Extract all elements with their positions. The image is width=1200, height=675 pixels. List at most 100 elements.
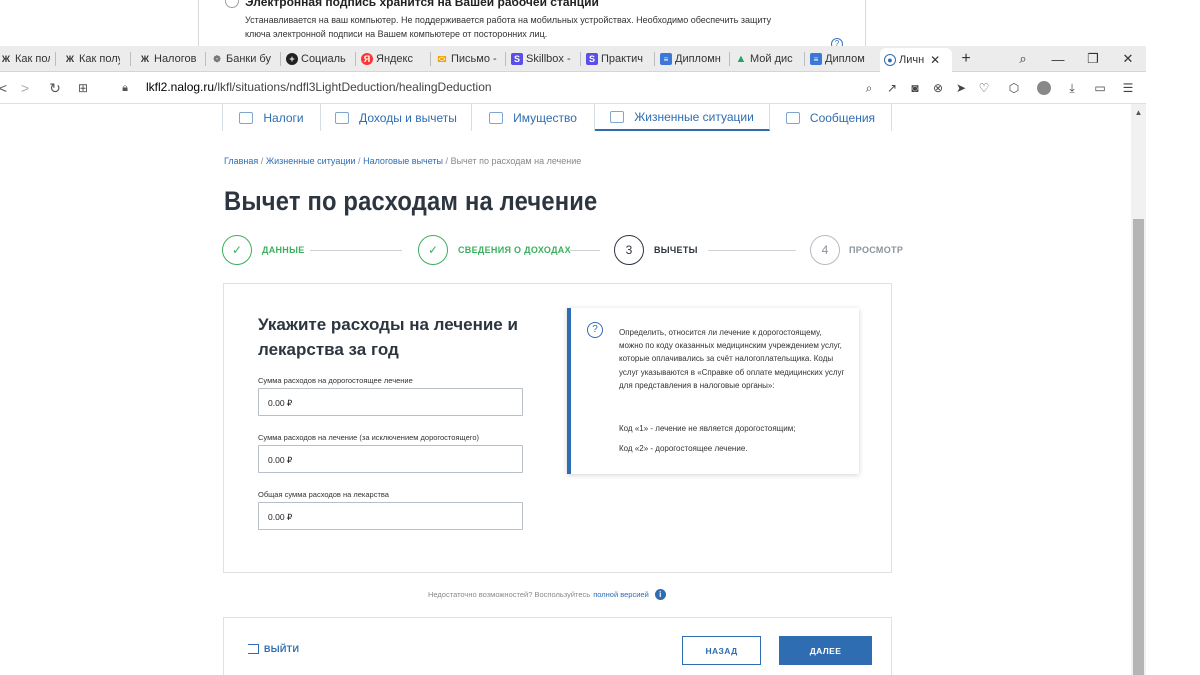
nav-life-situations[interactable]: Жизненные ситуации (595, 104, 770, 131)
life-situations-icon (610, 110, 625, 123)
mail-icon: ✉ (437, 53, 447, 66)
site-nav: Налоги Доходы и вычеты Имущество Жизненн… (222, 104, 892, 131)
nav-label: Жизненные ситуации (634, 109, 754, 124)
breadcrumb-current: Вычет по расходам на лечение (450, 156, 582, 166)
income-icon (335, 111, 350, 124)
tab-13-active[interactable]: ● Личн ✕ (880, 48, 952, 72)
breadcrumb-life-situations[interactable]: Жизненные ситуации (266, 156, 356, 166)
treatment-input[interactable]: 0.00 ₽ (258, 445, 523, 473)
question-icon: ? (587, 322, 603, 338)
help-icon[interactable]: ? (831, 38, 843, 46)
step-4-number: 4 (810, 235, 840, 265)
reload-icon[interactable]: ↻ (46, 79, 64, 97)
nav-taxes[interactable]: Налоги (222, 104, 321, 131)
back-button[interactable]: НАЗАД (682, 636, 761, 665)
tab-9[interactable]: S Практич (586, 50, 648, 68)
send-icon[interactable]: ➤ (953, 80, 969, 96)
back-icon[interactable]: < (0, 79, 12, 97)
adblock-icon[interactable]: ⊗ (930, 80, 946, 96)
messages-icon (785, 111, 800, 124)
nav-property[interactable]: Имущество (472, 104, 595, 131)
nalog-icon: Ж (65, 54, 75, 64)
info-icon[interactable]: i (654, 589, 666, 600)
nav-label: Налоги (263, 110, 304, 125)
avatar[interactable] (1036, 80, 1052, 96)
close-tab-icon[interactable]: ✕ (930, 53, 940, 67)
tab-label: Диплом (825, 53, 865, 65)
signature-option-desc-2: ключа электронной подписи на Вашем компь… (245, 29, 548, 39)
breadcrumb-tax-deductions[interactable]: Налоговые вычеты (363, 156, 443, 166)
download-icon[interactable]: ⤓ (1064, 80, 1080, 96)
tab-3[interactable]: Ж Налогов (139, 50, 201, 68)
bank-icon: ❁ (213, 53, 221, 64)
tab-5[interactable]: + Социаль (286, 50, 350, 68)
step-1-label: ДАННЫЕ (262, 245, 305, 255)
medicines-input[interactable]: 0.00 ₽ (258, 502, 523, 530)
scrollbar-thumb[interactable] (1133, 219, 1144, 675)
tab-label: Skillbox - (526, 53, 571, 65)
browser-tab-bar: Ж Как полу Ж Как полу Ж Налогов ❁ Банки … (0, 46, 1146, 72)
tab-4[interactable]: ❁ Банки бу (211, 50, 273, 68)
tab-12[interactable]: ≡ Диплом (810, 50, 874, 68)
tab-2[interactable]: Ж Как полу (64, 50, 120, 68)
tab-label: Как полу (15, 53, 50, 65)
nav-label: Доходы и вычеты (359, 110, 457, 125)
scroll-up-icon[interactable]: ▲ (1131, 108, 1146, 117)
background-window-right (1102, 0, 1200, 46)
forward-icon[interactable]: > (16, 79, 34, 97)
expensive-treatment-input[interactable]: 0.00 ₽ (258, 388, 523, 416)
docs-icon: ≡ (660, 53, 672, 65)
tab-label: Банки бу (226, 53, 271, 65)
full-version-hint: Недостаточно возможностей? Воспользуйтес… (428, 589, 666, 600)
menu-icon[interactable]: ☰ (1120, 80, 1136, 96)
tab-label: Яндекс (376, 53, 413, 65)
expensive-treatment-label: Сумма расходов на дорогостоящее лечение (258, 376, 413, 385)
url-field[interactable]: lkfl2.nalog.ru/lkfl/situations/ndfl3Ligh… (146, 80, 492, 94)
step-3-label: ВЫЧЕТЫ (654, 245, 698, 255)
tab-1[interactable]: Ж Как полу (0, 50, 50, 68)
battery-icon[interactable]: ▭ (1092, 80, 1108, 96)
url-path: /lkfl/situations/ndfl3LightDeduction/hea… (214, 80, 492, 94)
info-text: Определить, относится ли лечение к дорог… (619, 328, 845, 390)
nav-messages[interactable]: Сообщения (770, 104, 892, 131)
close-window-icon[interactable]: ✕ (1118, 49, 1138, 69)
tab-6[interactable]: Я Яндекс (361, 50, 431, 68)
info-code-1: Код «1» - лечение не является дорогостоя… (619, 424, 796, 433)
search-tabs-icon[interactable]: ⌕ (1013, 49, 1033, 69)
signature-option-desc-1: Устанавливается на ваш компьютер. Не под… (245, 15, 772, 25)
share-icon[interactable]: ↗ (884, 80, 900, 96)
zoom-icon[interactable]: ⌕ (861, 80, 877, 96)
medicines-label: Общая сумма расходов на лекарства (258, 490, 389, 499)
nav-label: Сообщения (809, 110, 876, 125)
minimize-icon[interactable]: — (1048, 49, 1068, 69)
exit-button[interactable]: ВЫЙТИ (248, 644, 299, 654)
social-icon: + (286, 53, 298, 65)
signature-radio[interactable] (225, 0, 239, 8)
footer-actions: ВЫЙТИ НАЗАД ДАЛЕЕ (223, 617, 892, 675)
drive-icon: ▲ (735, 53, 747, 65)
next-button[interactable]: ДАЛЕЕ (779, 636, 872, 665)
tab-8[interactable]: S Skillbox - (511, 50, 575, 68)
nav-income[interactable]: Доходы и вычеты (321, 104, 472, 131)
tab-7[interactable]: ✉ Письмо - (436, 50, 500, 68)
tab-11[interactable]: ▲ Мой дис (735, 50, 799, 68)
screenshot-icon[interactable]: ◙ (907, 80, 923, 96)
info-code-2: Код «2» - дорогостоящее лечение. (619, 444, 748, 453)
nalog-icon: Ж (140, 54, 150, 64)
exit-label: ВЫЙТИ (264, 644, 300, 654)
info-panel: ? Определить, относится ли лечение к дор… (567, 308, 859, 474)
treatment-label: Сумма расходов на лечение (за исключение… (258, 433, 480, 442)
new-tab-icon[interactable]: + (956, 49, 976, 69)
tab-label: Письмо - (451, 53, 497, 65)
tabs-grid-icon[interactable]: ⊞ (74, 79, 92, 97)
scrollbar[interactable]: ▲ (1131, 104, 1146, 675)
stepper: ✓ ДАННЫЕ ✓ СВЕДЕНИЯ О ДОХОДАХ 3 ВЫЧЕТЫ 4… (222, 235, 903, 267)
breadcrumb-home[interactable]: Главная (224, 156, 258, 166)
full-version-link[interactable]: полной версией (593, 590, 649, 599)
address-bar: < > ↻ ⊞ 🔒︎ lkfl2.nalog.ru/lkfl/situation… (0, 72, 1146, 104)
heart-icon[interactable]: ♡ (976, 80, 992, 96)
tab-10[interactable]: ≡ Дипломн (660, 50, 724, 68)
tab-label: Личн (899, 54, 925, 66)
extension-icon[interactable]: ⬡ (1006, 80, 1022, 96)
restore-icon[interactable]: ❐ (1083, 49, 1103, 69)
